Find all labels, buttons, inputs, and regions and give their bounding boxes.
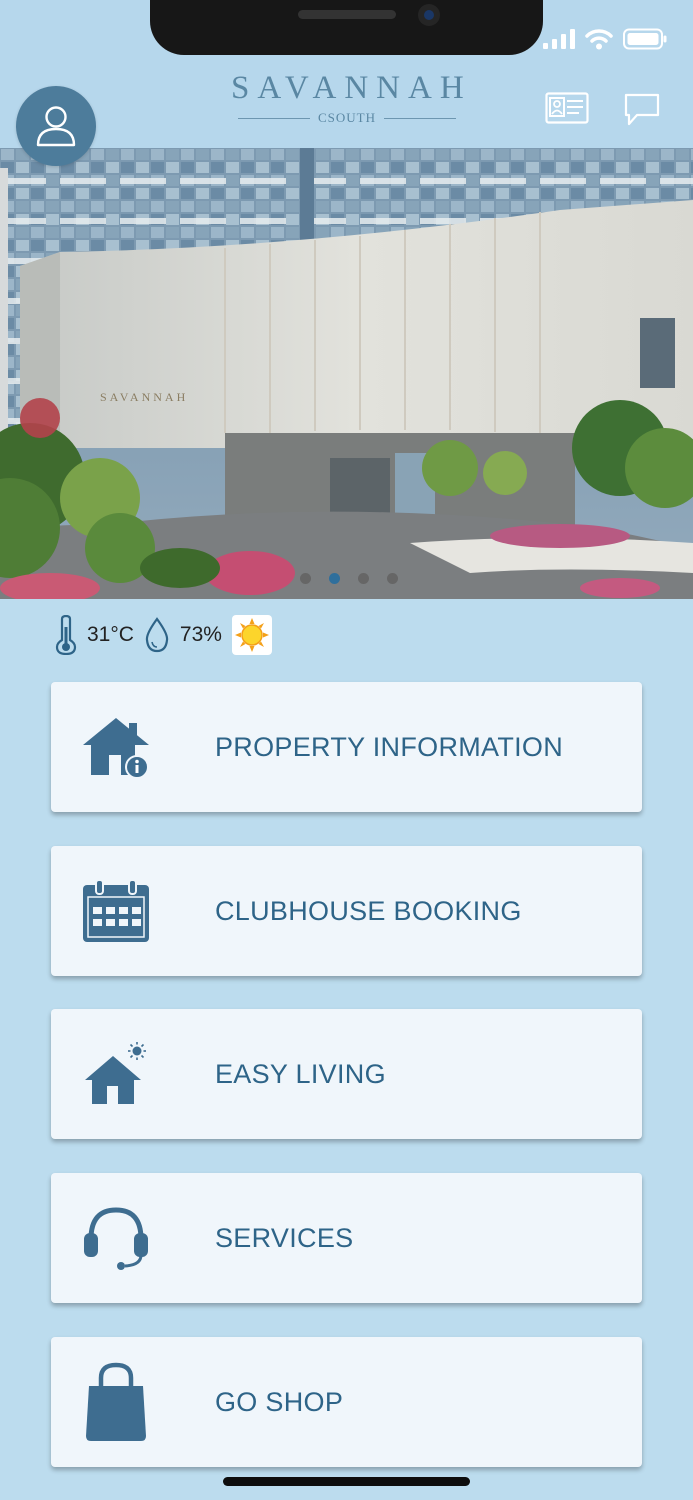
temperature-value: 31°C [87,623,134,646]
carousel-dot[interactable] [300,573,311,584]
humidity-drop-icon [145,617,169,653]
brand-name: SAVANNAH [231,70,472,106]
brand-logo: SAVANNAH CSOUTH [231,70,472,126]
services-button[interactable]: SERVICES [51,1173,642,1303]
clubhouse-booking-button[interactable]: CLUBHOUSE BOOKING [51,846,642,976]
hero-carousel[interactable]: SAVANNAH [0,148,693,599]
carousel-dots[interactable] [300,573,398,584]
headset-icon [81,1203,151,1273]
weather-bar: 31°C 73% [55,614,272,656]
thermometer-icon [55,615,77,655]
user-icon [36,106,76,147]
id-card-icon[interactable] [545,92,589,124]
house-sun-icon [81,1039,151,1109]
menu-label: EASY LIVING [215,1059,386,1089]
menu-label: CLUBHOUSE BOOKING [215,896,522,926]
profile-avatar-button[interactable] [16,86,96,166]
shopping-bag-icon [81,1362,151,1441]
building-sign: SAVANNAH [100,390,188,404]
building-photo: SAVANNAH [0,148,693,599]
carousel-dot[interactable] [358,573,369,584]
menu-label: SERVICES [215,1223,354,1253]
menu-label: GO SHOP [215,1387,344,1417]
home-indicator[interactable] [223,1477,470,1486]
status-bar [543,28,667,50]
property-information-button[interactable]: PROPERTY INFORMATION [51,682,642,812]
go-shop-button[interactable]: GO SHOP [51,1337,642,1467]
top-bar: SAVANNAH CSOUTH [0,0,693,148]
house-info-icon [81,712,151,782]
calendar-icon [81,876,151,946]
easy-living-button[interactable]: EASY LIVING [51,1009,642,1139]
humidity-value: 73% [179,623,222,646]
chat-icon[interactable] [623,92,661,128]
device-notch [150,0,543,55]
signal-icon [543,29,575,49]
brand-subtitle: CSOUTH [317,110,376,125]
wifi-icon [585,29,613,50]
sun-icon [231,615,272,655]
battery-icon [623,28,667,50]
carousel-dot-active[interactable] [329,573,340,584]
menu-label: PROPERTY INFORMATION [215,732,564,762]
carousel-dot[interactable] [387,573,398,584]
